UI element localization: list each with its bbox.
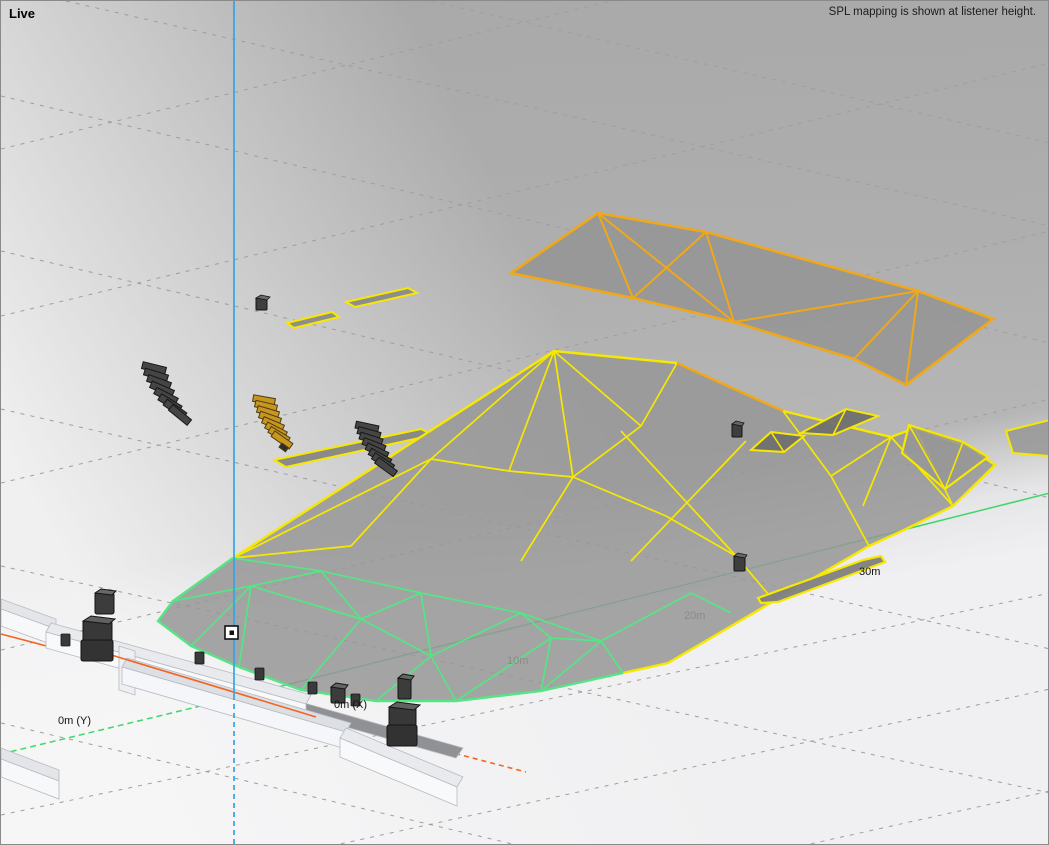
spl-info-text: SPL mapping is shown at listener height. [829,6,1036,18]
scene-canvas[interactable] [1,1,1049,845]
listener-position-marker[interactable] [225,626,238,639]
3d-viewport[interactable]: Live SPL mapping is shown at listener he… [0,0,1049,845]
distance-label-10m: 10m [507,655,528,667]
distance-label-30m: 30m [859,566,880,578]
distance-label-20m: 20m [684,610,705,622]
view-mode-label: Live [9,6,35,21]
y-axis-zero-label: 0m (Y) [58,715,91,727]
speaker-cab-right-lower[interactable] [734,553,747,571]
x-axis-zero-label: 0m (X) [334,699,367,711]
speaker-cab-right-upper[interactable] [732,421,744,437]
